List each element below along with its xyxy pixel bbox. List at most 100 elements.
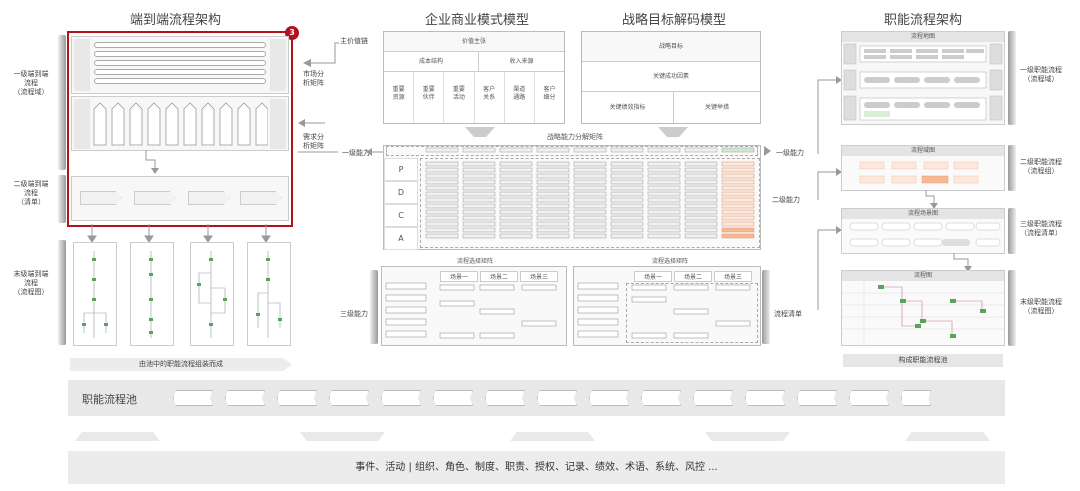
matrix-cell [610, 215, 644, 221]
matrix-cell [610, 179, 644, 185]
functional-process-list-map: 流程场景图 [841, 208, 1005, 254]
matrix-cell [573, 197, 607, 203]
up-arrow [75, 432, 160, 441]
l2-process [240, 191, 282, 205]
level3-brace [370, 270, 378, 344]
matrix-cell [684, 173, 718, 179]
level3-label: 三级能力 [340, 310, 368, 318]
pdca-a: A [384, 227, 418, 250]
matrix-cell [425, 215, 459, 221]
matrix-cell [536, 221, 570, 227]
matrix-cell [647, 185, 681, 191]
select-matrix-title-2: 流程选择矩阵 [651, 258, 688, 265]
support-chevrons [93, 102, 268, 146]
process-select-matrix-1: 场景一 场景二 场景三 [381, 266, 567, 346]
key-initiatives: 关键举措 [704, 104, 729, 111]
matrix-cell [536, 233, 570, 239]
matrix-cell [425, 233, 459, 239]
matrix-cell [684, 167, 718, 173]
matrix-cell [425, 161, 459, 167]
key-resources: 重要 资源 [384, 72, 415, 123]
matrix-cell [721, 221, 755, 227]
l1-pill [94, 60, 266, 66]
matrix-cell [425, 227, 459, 233]
matrix-cells [425, 147, 755, 239]
cost-structure: 成本结构 [384, 52, 479, 72]
matrix-cell [610, 173, 644, 179]
strategy-decoding-model: 战略目标 关键成功因素 关键绩效指标 关键举措 [581, 31, 761, 124]
model-down-arrow [465, 127, 495, 137]
value-proposition: 价值主张 [384, 32, 564, 52]
matrix-cell [499, 191, 533, 197]
key-activities: 重要 活动 [444, 72, 475, 123]
demand-connector [298, 119, 325, 127]
matrix-cell [499, 173, 533, 179]
l1-pill [94, 69, 266, 75]
l1-side-strip [74, 39, 90, 91]
matrix-cell [684, 147, 718, 153]
matrix-cell [462, 209, 496, 215]
matrix-cell [573, 147, 607, 153]
left-footer-banner: 由池中的职能流程组装而成 [70, 358, 292, 371]
map-content [843, 43, 1003, 121]
l2-to-l3-arrows [87, 224, 271, 243]
group-to-list-arrow [925, 190, 938, 209]
matrix-cell [499, 233, 533, 239]
matrix-cell [573, 167, 607, 173]
matrix-cell [684, 227, 718, 233]
matrix-cell [462, 161, 496, 167]
select-cells-1 [385, 282, 557, 339]
l1-to-l2-arrow [145, 150, 159, 174]
matrix-cell [721, 209, 755, 215]
matrix-cell [573, 173, 607, 179]
matrix-cell [425, 147, 459, 153]
canvas-blocks: 重要 资源 重要 伙伴 重要 活动 客户 关系 渠道 通路 客户 细分 [384, 72, 564, 123]
matrix-cell [610, 209, 644, 215]
flow-map-title: 流程图 [842, 271, 1004, 281]
elements-bar: 事件、活动 | 组织、角色、制度、职责、授权、记录、绩效、术语、系统、风控 ..… [68, 451, 1005, 484]
left-label-l2: 二级端到端 流程 （清单） [13, 180, 49, 206]
pdca-c: C [384, 204, 418, 227]
matrix-cell [721, 167, 755, 173]
pool-process [485, 390, 525, 406]
right-brace-l4 [1008, 270, 1016, 346]
matrix-cell [684, 161, 718, 167]
select-matrix-title-1: 流程选择矩阵 [456, 258, 493, 265]
matrix-cell [425, 209, 459, 215]
pdca-p: P [384, 158, 418, 181]
matrix-cell [536, 209, 570, 215]
map-title: 流程地图 [842, 32, 1004, 42]
matrix-cell [425, 179, 459, 185]
left-brace-l2 [58, 175, 66, 223]
matrix-cell [425, 191, 459, 197]
matrix-cell [647, 203, 681, 209]
level1-connector [298, 148, 386, 156]
matrix-cell [684, 191, 718, 197]
pool-process [537, 390, 577, 406]
matrix-cell [647, 197, 681, 203]
pool-process [225, 390, 265, 406]
matrix-cell [684, 233, 718, 239]
matrix-cell [425, 173, 459, 179]
matrix-cell [573, 221, 607, 227]
matrix-cell [462, 233, 496, 239]
l1-side-strip [270, 99, 286, 149]
capability-matrix: P D C A [383, 145, 761, 250]
pool-process [173, 390, 213, 406]
right-label-l3: 三级职能流程 （流程清单） [1020, 220, 1062, 237]
process-select-matrix-2: 场景一 场景二 场景三 [573, 266, 761, 346]
matrix-cell [721, 197, 755, 203]
l1-pill [94, 42, 266, 48]
matrix-cell [647, 227, 681, 233]
matrix-cell [499, 185, 533, 191]
matrix-cell [647, 179, 681, 185]
matrix-cell [536, 167, 570, 173]
flowchart-content [842, 281, 1004, 345]
pool-process [329, 390, 369, 406]
l1-pill [94, 78, 266, 84]
matrix-cell [647, 221, 681, 227]
matrix-cell [721, 203, 755, 209]
key-success-factors: 关键成功因素 [582, 62, 760, 92]
matrix-cell [647, 173, 681, 179]
matrix-cell [721, 185, 755, 191]
